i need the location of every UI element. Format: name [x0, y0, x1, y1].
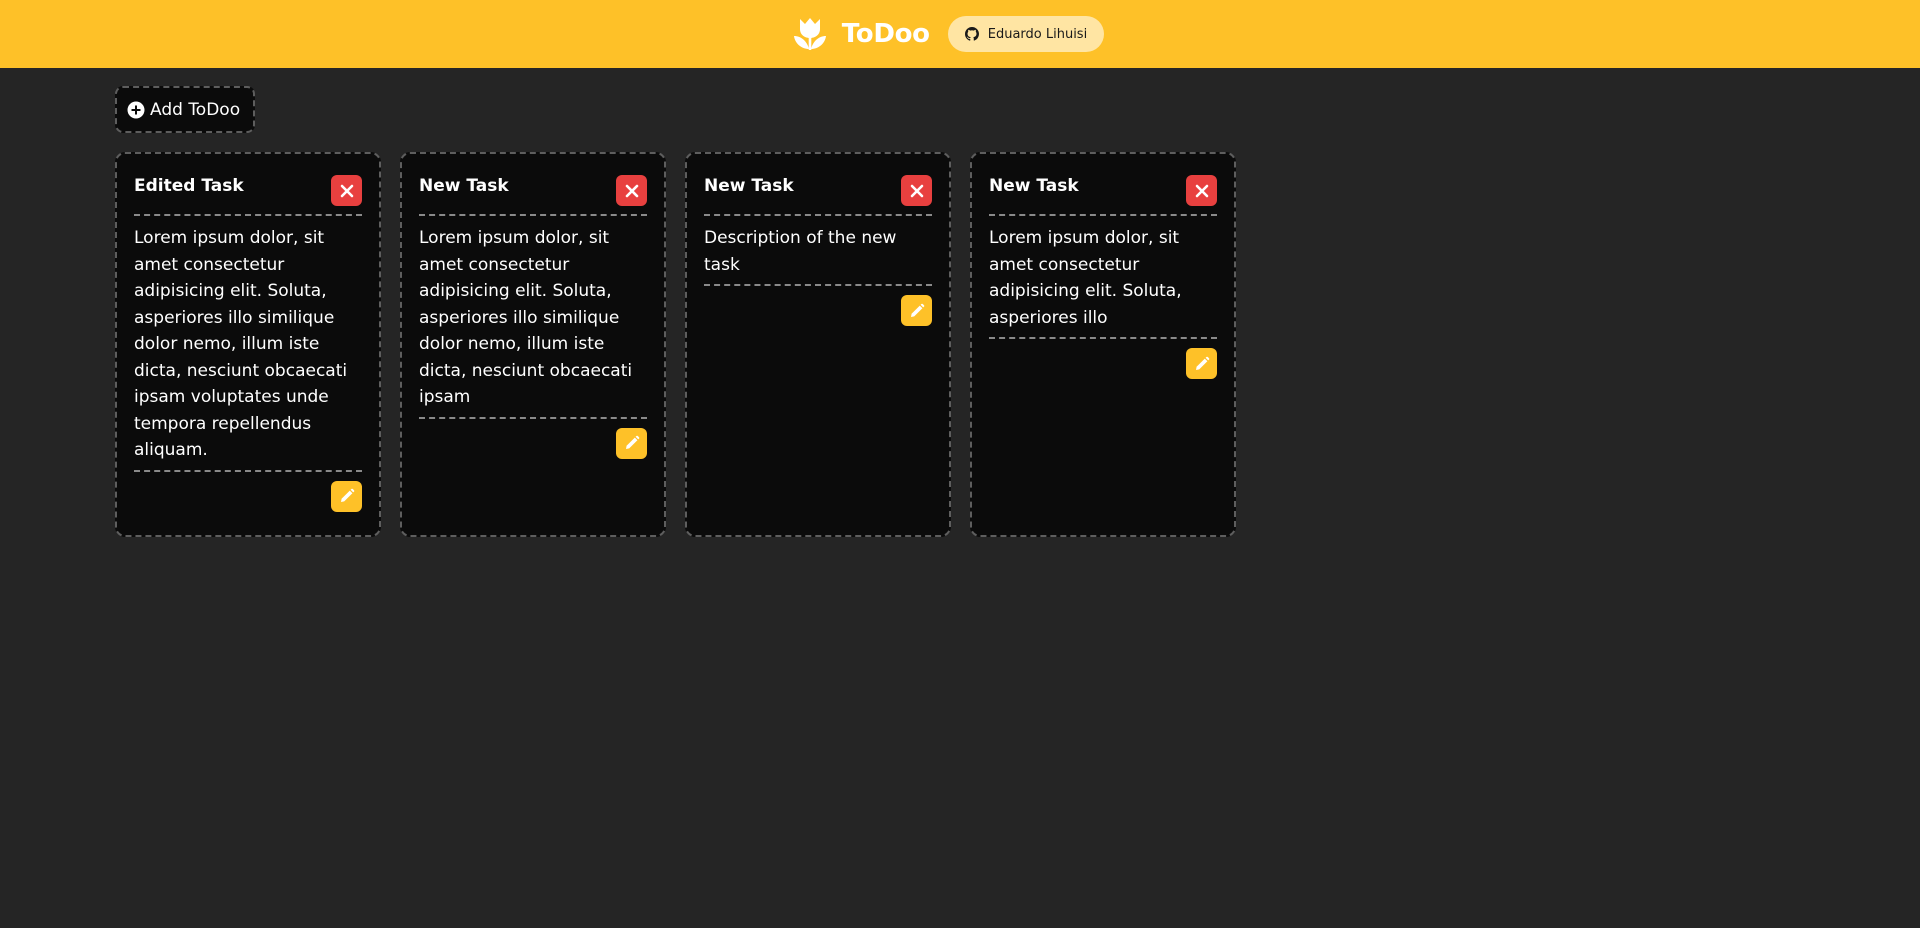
task-card-header: Edited Task: [134, 170, 362, 216]
delete-task-button[interactable]: [616, 175, 647, 206]
pencil-icon: [1195, 356, 1209, 370]
task-title: Edited Task: [134, 176, 244, 196]
edit-task-button[interactable]: [616, 427, 647, 459]
add-todo-button[interactable]: Add ToDoo: [115, 86, 255, 133]
close-icon: [625, 184, 638, 197]
task-title: New Task: [419, 176, 509, 196]
edit-task-button[interactable]: [1186, 348, 1217, 379]
pencil-icon: [340, 488, 354, 502]
close-icon: [910, 184, 923, 197]
github-username: Eduardo Lihuisi: [987, 26, 1088, 42]
delete-task-button[interactable]: [331, 175, 362, 206]
github-icon: [964, 27, 979, 41]
task-card-footer: [134, 472, 362, 512]
brand: ToDoo: [792, 16, 930, 52]
pencil-icon: [910, 303, 924, 317]
edit-task-button[interactable]: [901, 295, 932, 326]
app-header: ToDoo Eduardo Lihuisi: [0, 0, 1920, 68]
delete-task-button[interactable]: [901, 175, 932, 206]
task-card: New Task Lorem ipsum dolor, sit amet con…: [400, 152, 666, 537]
add-todo-label: Add ToDoo: [150, 99, 241, 120]
github-profile-link[interactable]: Eduardo Lihuisi: [947, 16, 1105, 52]
delete-task-button[interactable]: [1186, 175, 1217, 206]
edit-task-button[interactable]: [331, 480, 362, 512]
task-description: Description of the new task: [704, 216, 932, 286]
task-card-header: New Task: [989, 170, 1217, 216]
task-card-footer: [704, 286, 932, 326]
task-card: New Task Lorem ipsum dolor, sit amet con…: [970, 152, 1236, 537]
tulip-icon: [792, 16, 828, 52]
task-card-footer: [419, 419, 647, 459]
plus-circle-icon: [127, 101, 145, 119]
task-card: New Task Description of the new task: [685, 152, 951, 537]
close-icon: [1195, 184, 1208, 197]
task-title: New Task: [704, 176, 794, 196]
close-icon: [340, 184, 353, 197]
task-card-header: New Task: [419, 170, 647, 216]
task-card-header: New Task: [704, 170, 932, 216]
task-description: Lorem ipsum dolor, sit amet consectetur …: [134, 216, 362, 472]
task-card-footer: [989, 339, 1217, 379]
pencil-icon: [625, 435, 639, 449]
app-title: ToDoo: [841, 19, 930, 49]
task-description: Lorem ipsum dolor, sit amet consectetur …: [989, 216, 1217, 339]
task-card: Edited Task Lorem ipsum dolor, sit amet …: [115, 152, 381, 537]
task-list: Edited Task Lorem ipsum dolor, sit amet …: [115, 152, 1236, 537]
task-title: New Task: [989, 176, 1079, 196]
task-description: Lorem ipsum dolor, sit amet consectetur …: [419, 216, 647, 419]
